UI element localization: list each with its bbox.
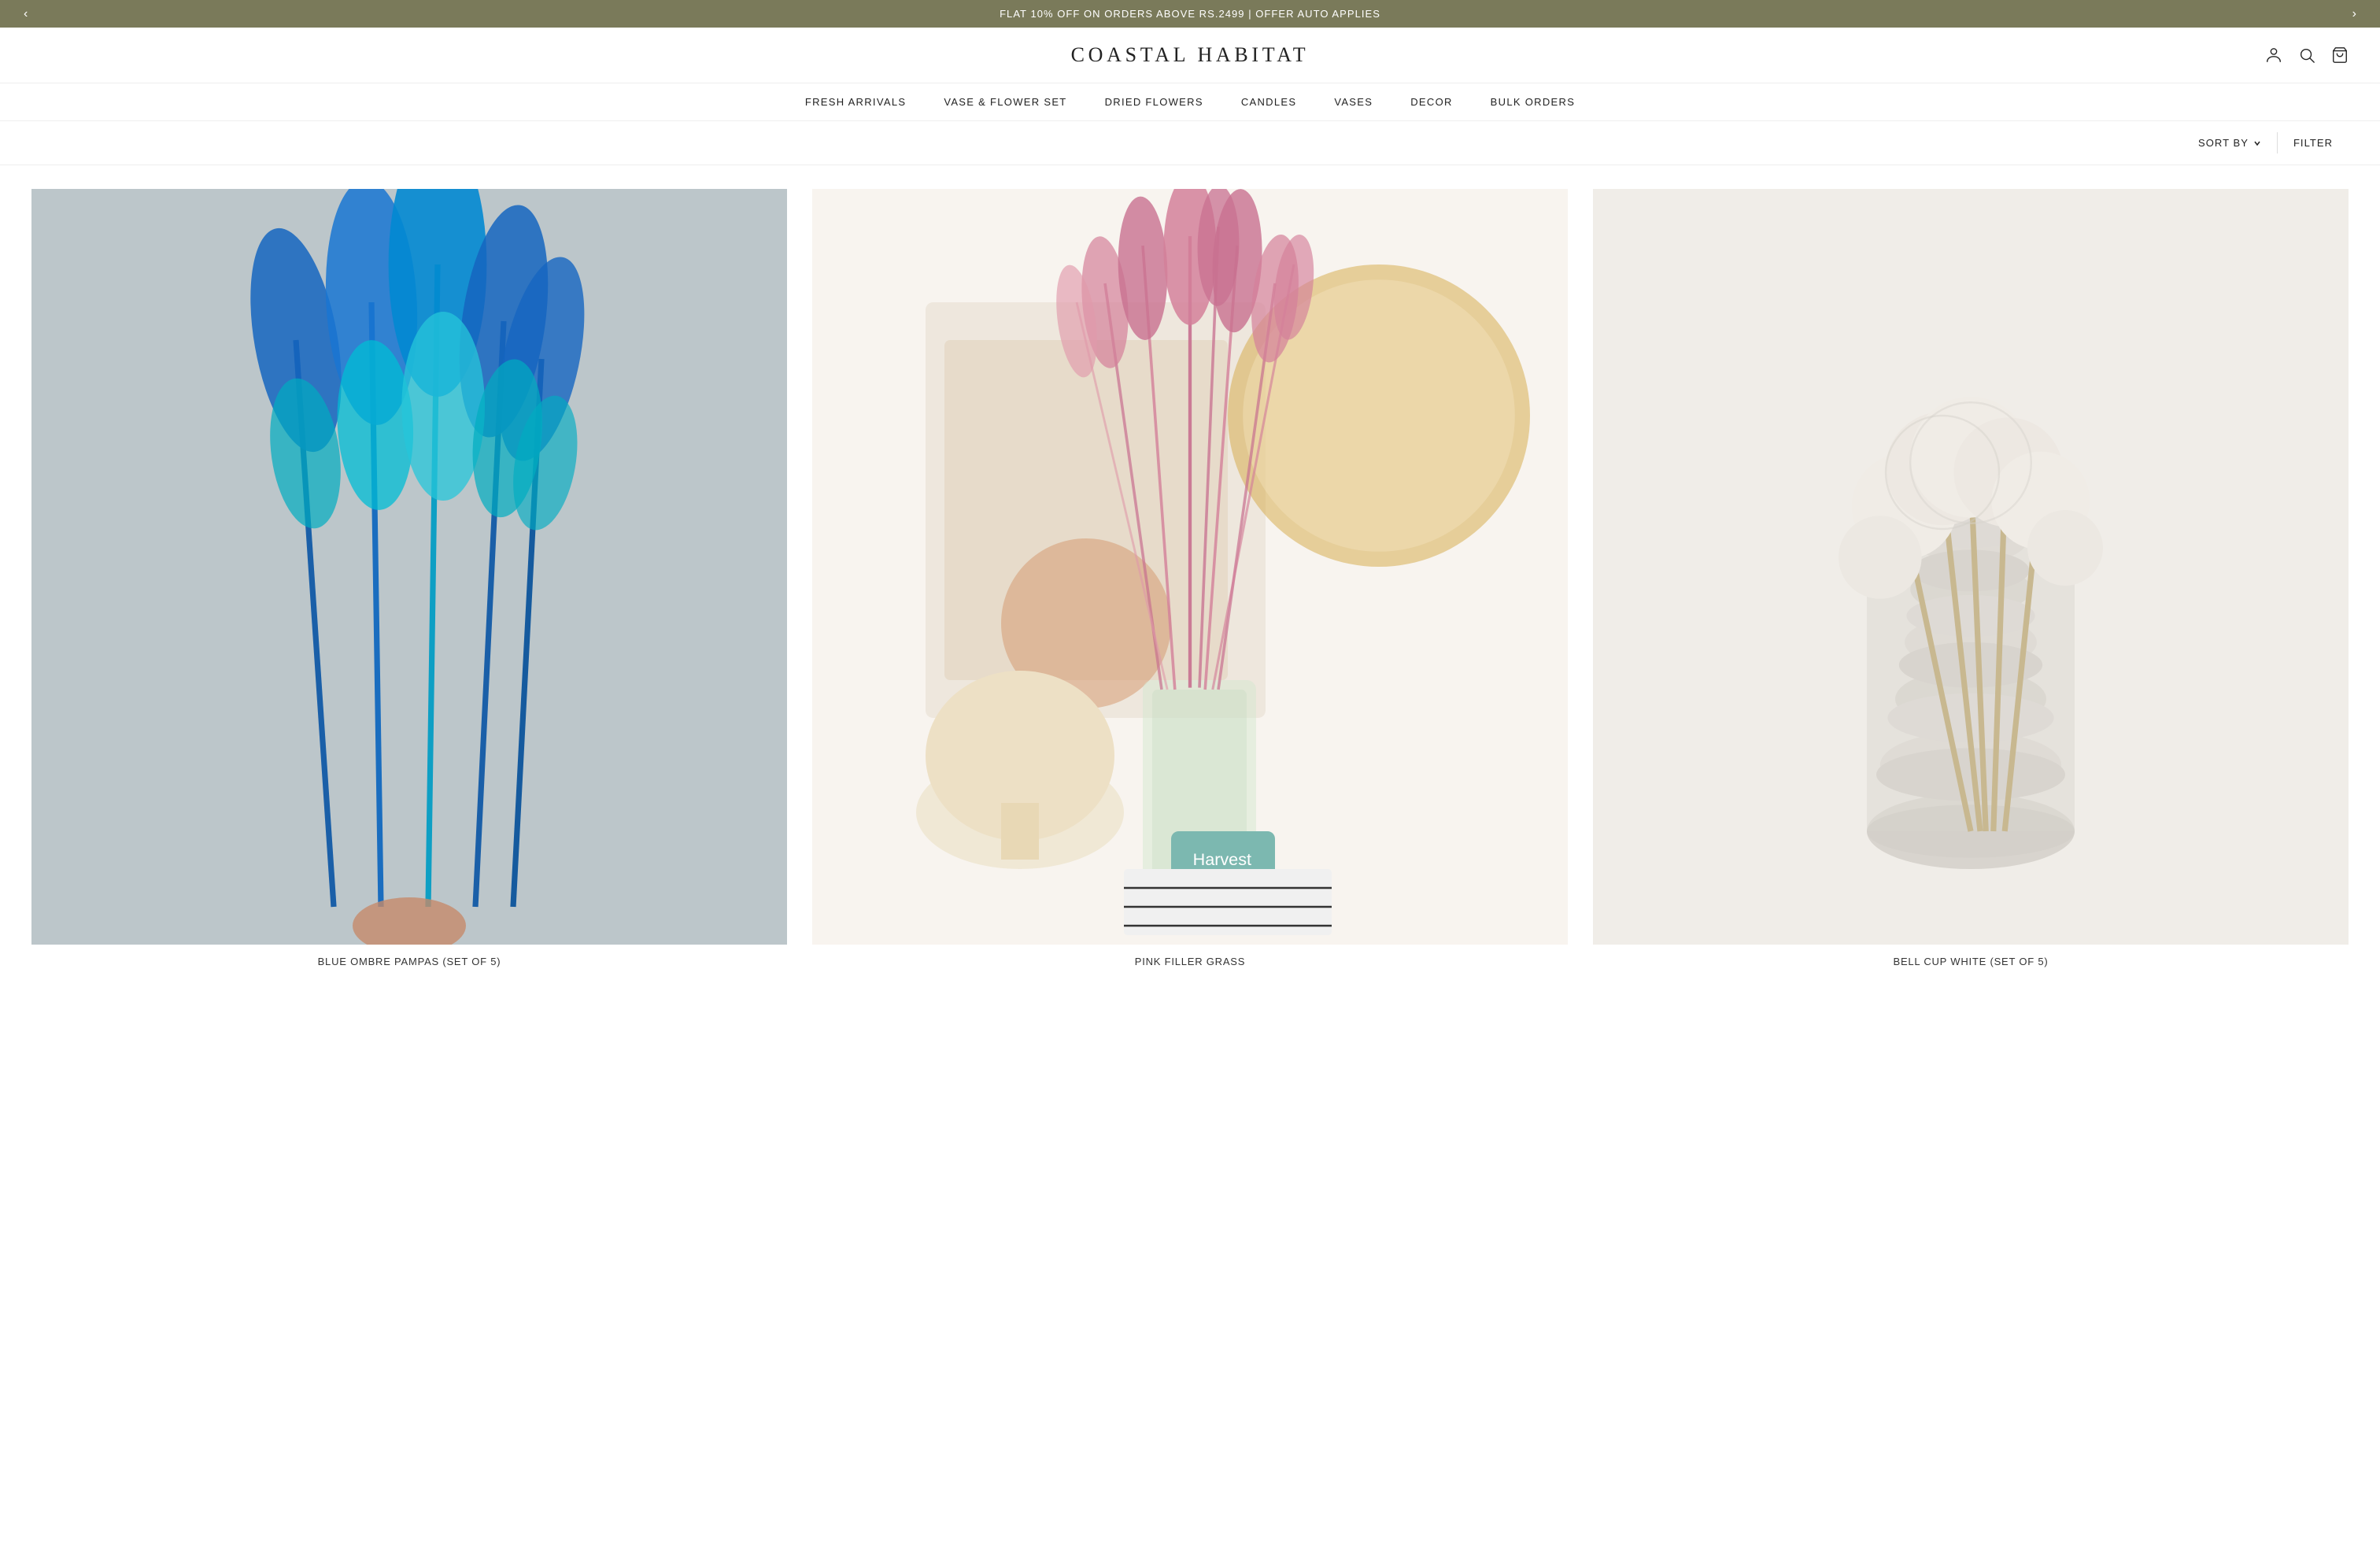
product-image-wrapper: Harvest Moonlight [812,189,1568,945]
nav-item-vases[interactable]: VASES [1334,96,1373,108]
site-header: COASTAL HABITAT [0,28,2380,83]
nav-item-vase-flower-set[interactable]: VASE & FLOWER SET [944,96,1066,108]
announcement-next-button[interactable]: › [2345,4,2364,24]
announcement-prev-button[interactable]: ‹ [16,4,35,24]
chevron-down-icon [2253,139,2261,147]
product-card[interactable]: BELL CUP WHITE (SET OF 5) [1593,189,2349,967]
announcement-text: FLAT 10% OFF ON ORDERS ABOVE RS.2499 | O… [1000,8,1380,20]
product-image-wrapper [31,189,787,945]
product-name: BLUE OMBRE PAMPAS (SET OF 5) [31,956,787,967]
filter-label: FILTER [2293,137,2333,149]
person-icon [2265,46,2282,64]
product-image-pink-grass: Harvest Moonlight [812,189,1568,945]
nav-item-candles[interactable]: CANDLES [1241,96,1297,108]
product-image-bell-cup [1593,189,2349,945]
bag-icon [2331,46,2349,64]
nav-item-dried-flowers[interactable]: DRIED FLOWERS [1105,96,1203,108]
product-name: BELL CUP WHITE (SET OF 5) [1593,956,2349,967]
nav-item-bulk-orders[interactable]: BULK ORDERS [1491,96,1576,108]
svg-text:Harvest: Harvest [1193,849,1251,869]
products-grid: BLUE OMBRE PAMPAS (SET OF 5) [31,189,2349,967]
sort-by-label: SORT BY [2198,137,2249,149]
nav-item-decor[interactable]: DECOR [1410,96,1452,108]
nav-item-fresh-arrivals[interactable]: FRESH ARRIVALS [805,96,907,108]
site-logo[interactable]: COASTAL HABITAT [1071,43,1310,67]
main-nav: FRESH ARRIVALS VASE & FLOWER SET DRIED F… [0,83,2380,121]
product-image-blue-pampas [31,189,787,945]
filter-button[interactable]: FILTER [2278,132,2349,153]
product-image-wrapper [1593,189,2349,945]
announcement-bar: ‹ FLAT 10% OFF ON ORDERS ABOVE RS.2499 |… [0,0,2380,28]
search-button[interactable] [2298,46,2315,64]
search-icon [2298,46,2315,64]
product-name: PINK FILLER GRASS [812,956,1568,967]
sort-by-button[interactable]: SORT BY [2182,132,2278,153]
product-card[interactable]: BLUE OMBRE PAMPAS (SET OF 5) [31,189,787,967]
cart-button[interactable] [2331,46,2349,64]
products-toolbar: SORT BY FILTER [0,121,2380,165]
account-button[interactable] [2265,46,2282,64]
products-section: BLUE OMBRE PAMPAS (SET OF 5) [0,165,2380,999]
product-card[interactable]: Harvest Moonlight PINK FILLER GRASS [812,189,1568,967]
header-icons [2265,46,2349,64]
